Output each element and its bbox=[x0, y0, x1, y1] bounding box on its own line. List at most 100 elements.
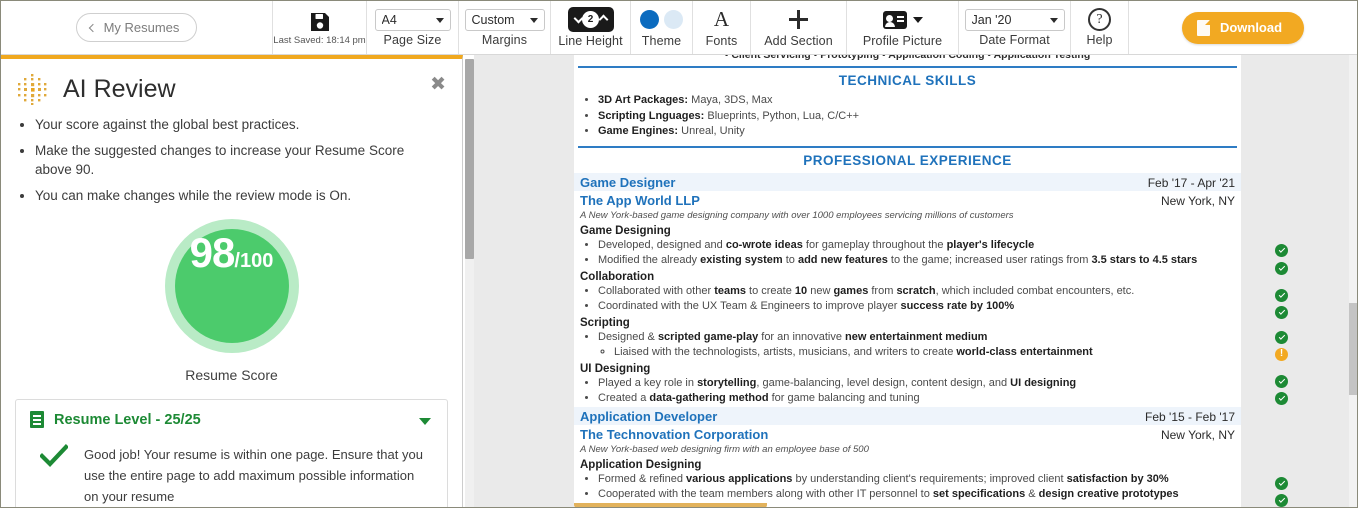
page-shadow-bar bbox=[574, 503, 767, 507]
document-icon bbox=[30, 411, 44, 428]
margins-select[interactable]: Custom bbox=[464, 8, 545, 31]
margins-group: Custom Margins bbox=[459, 1, 551, 54]
id-line-2 bbox=[896, 19, 904, 22]
date-format-group: Jan '20 Date Format bbox=[959, 1, 1071, 54]
check-marker-icon[interactable] bbox=[1275, 306, 1288, 319]
check-marker-icon[interactable] bbox=[1275, 244, 1288, 257]
check-glyph bbox=[1278, 394, 1285, 401]
preview-scrollbar[interactable] bbox=[1349, 55, 1357, 507]
save-group[interactable]: Last Saved: 18:14 pm bbox=[273, 1, 367, 54]
job-subheading: UI Designing bbox=[580, 362, 651, 375]
list-item: Scripting Lnguages: Blueprints, Python, … bbox=[598, 109, 1241, 125]
page-size-select-wrap: A4 bbox=[374, 8, 451, 31]
warning-marker-icon[interactable]: ! bbox=[1275, 348, 1288, 361]
chevron-left-icon bbox=[88, 23, 97, 32]
check-marker-icon[interactable] bbox=[1275, 477, 1288, 490]
job-description: A New York-based web designing firm with… bbox=[580, 443, 869, 455]
check-marker-icon[interactable] bbox=[1275, 289, 1288, 302]
check-glyph bbox=[1278, 291, 1285, 298]
date-format-select[interactable]: Jan '20 bbox=[964, 8, 1065, 31]
resume-level-header[interactable]: Resume Level - 25/25 bbox=[16, 400, 447, 438]
resume-level-body: Good job! Your resume is within one page… bbox=[16, 438, 447, 507]
back-group: My Resumes bbox=[1, 1, 273, 54]
theme-primary-swatch[interactable] bbox=[640, 10, 659, 29]
check-marker-icon[interactable] bbox=[1275, 392, 1288, 405]
resume-score-widget: 98 /100 Resume Score bbox=[1, 219, 462, 383]
date-format-select-wrap: Jan '20 bbox=[964, 8, 1065, 31]
experience-title-row: Application Developer Feb '15 - Feb '17 bbox=[574, 406, 1241, 425]
check-icon bbox=[40, 444, 68, 468]
ai-panel-scroll-thumb[interactable] bbox=[465, 59, 474, 259]
download-button[interactable]: Download bbox=[1181, 11, 1305, 44]
job-subbullet-list: Liaised with the technologists, artists,… bbox=[574, 345, 1241, 361]
avatar-head-shape bbox=[886, 14, 893, 22]
download-label: Download bbox=[1219, 20, 1283, 35]
add-section-group[interactable]: Add Section bbox=[751, 1, 847, 54]
help-icon[interactable]: ? bbox=[1088, 8, 1111, 31]
id-line-1 bbox=[896, 15, 904, 18]
check-glyph bbox=[1278, 333, 1285, 340]
theme-secondary-swatch[interactable] bbox=[664, 10, 683, 29]
theme-label: Theme bbox=[641, 34, 682, 48]
job-description: A New York-based game designing company … bbox=[580, 209, 1014, 221]
line-height-icon[interactable]: 2 bbox=[567, 7, 614, 32]
core-competencies-line: • Client Servicing • Prototyping • Appli… bbox=[724, 55, 1091, 61]
list-item: Your score against the global best pract… bbox=[35, 115, 442, 134]
experience-company-row: The Technovation Corporation New York, NY bbox=[574, 425, 1241, 443]
theme-group[interactable]: Theme bbox=[631, 1, 693, 54]
job-title: Application Developer bbox=[580, 408, 718, 424]
list-item: Collaborated with other teams to create … bbox=[598, 284, 1241, 300]
page-size-label: Page Size bbox=[383, 32, 442, 47]
list-item: Developed, designed and co-wrote ideas f… bbox=[598, 238, 1241, 254]
job-bullet-list: Collaborated with other teams to create … bbox=[574, 284, 1241, 315]
profile-picture-control[interactable] bbox=[882, 7, 923, 32]
check-marker-icon[interactable] bbox=[1275, 375, 1288, 388]
my-resumes-button[interactable]: My Resumes bbox=[75, 13, 198, 42]
job-subheading: Collaboration bbox=[580, 270, 655, 283]
check-marker-icon[interactable] bbox=[1275, 331, 1288, 344]
resume-preview: • Client Servicing • Prototyping • Appli… bbox=[474, 55, 1357, 507]
page-size-select[interactable]: A4 bbox=[374, 8, 451, 31]
profile-picture-label: Profile Picture bbox=[862, 34, 943, 48]
close-icon[interactable]: ✖ bbox=[430, 75, 446, 94]
download-group: Download bbox=[1129, 1, 1357, 54]
score-denominator: /100 bbox=[234, 250, 274, 272]
ai-panel-scrollbar[interactable] bbox=[465, 59, 474, 507]
score-value: 98 bbox=[189, 229, 236, 276]
theme-swatches[interactable] bbox=[640, 7, 683, 32]
save-floppy-icon[interactable] bbox=[308, 10, 332, 34]
review-marker-column: ! bbox=[1265, 55, 1357, 507]
job-dates: Feb '15 - Feb '17 bbox=[1145, 409, 1235, 424]
technical-skills-list: 3D Art Packages: Maya, 3DS, Max Scriptin… bbox=[574, 93, 1241, 140]
font-A-icon[interactable]: A bbox=[714, 7, 729, 32]
score-ring-halo: 98 /100 bbox=[164, 219, 299, 353]
line-height-group[interactable]: 2 Line Height bbox=[551, 1, 631, 54]
list-item: Make the suggested changes to increase y… bbox=[35, 141, 442, 179]
chevron-up-icon bbox=[598, 14, 608, 25]
help-group[interactable]: ? Help bbox=[1071, 1, 1129, 54]
page-size-group: A4 Page Size bbox=[367, 1, 459, 54]
job-subheading: Application Designing bbox=[580, 458, 702, 471]
check-glyph bbox=[1278, 377, 1285, 384]
fonts-group[interactable]: A Fonts bbox=[693, 1, 751, 54]
preview-scroll-thumb[interactable] bbox=[1349, 303, 1357, 395]
id-card-icon[interactable] bbox=[882, 10, 907, 29]
list-item: Formed & refined various applications by… bbox=[598, 472, 1241, 488]
date-format-label: Date Format bbox=[979, 32, 1050, 47]
check-marker-icon[interactable] bbox=[1275, 262, 1288, 275]
check-marker-icon[interactable] bbox=[1275, 494, 1288, 507]
job-bullet-list: Designed & scripted game-play for an inn… bbox=[574, 330, 1241, 346]
profile-picture-group[interactable]: Profile Picture bbox=[847, 1, 959, 54]
chevron-down-icon[interactable] bbox=[419, 418, 431, 425]
check-glyph bbox=[1278, 496, 1285, 503]
job-company: The App World LLP bbox=[580, 192, 700, 208]
avatar-body-shape bbox=[884, 21, 895, 27]
plus-icon[interactable] bbox=[786, 7, 811, 32]
resume-level-title: Resume Level - 25/25 bbox=[54, 411, 201, 428]
job-subheading: Game Designing bbox=[580, 224, 671, 237]
chevron-down-icon[interactable] bbox=[912, 16, 923, 23]
list-item: Modified the already existing system to … bbox=[598, 253, 1241, 269]
resume-page: • Client Servicing • Prototyping • Appli… bbox=[574, 55, 1241, 507]
job-company: The Technovation Corporation bbox=[580, 426, 769, 442]
line-height-label: Line Height bbox=[558, 34, 623, 48]
